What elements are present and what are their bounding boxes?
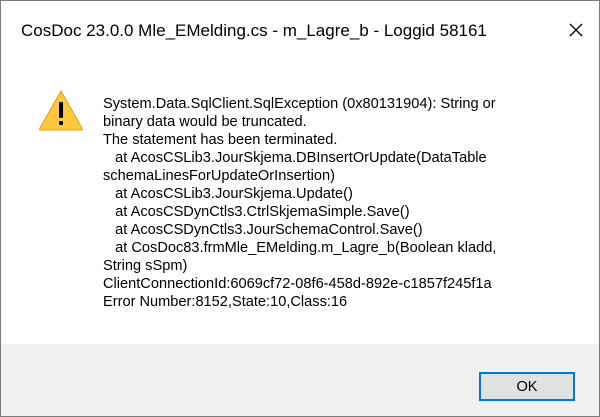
message-line: schemaLinesForUpdateOrInsertion) <box>103 168 335 184</box>
button-bar: OK <box>1 344 599 416</box>
ok-button[interactable]: OK <box>479 372 575 401</box>
title-bar[interactable]: CosDoc 23.0.0 Mle_EMelding.cs - m_Lagre_… <box>1 1 599 59</box>
error-dialog: CosDoc 23.0.0 Mle_EMelding.cs - m_Lagre_… <box>0 0 600 417</box>
message-line: String sSpm) <box>103 258 188 274</box>
close-button[interactable] <box>553 1 599 59</box>
message-line: at CosDoc83.frmMle_EMelding.m_Lagre_b(Bo… <box>103 240 497 256</box>
message-line: at AcosCSLib3.JourSkjema.DBInsertOrUpdat… <box>103 150 487 166</box>
message-line: at AcosCSLib3.JourSkjema.Update() <box>103 186 353 202</box>
message-line: ClientConnectionId:6069cf72-08f6-458d-89… <box>103 276 492 292</box>
error-message: System.Data.SqlClient.SqlException (0x80… <box>103 95 573 311</box>
dialog-content: System.Data.SqlClient.SqlException (0x80… <box>1 59 599 344</box>
message-line: The statement has been terminated. <box>103 132 338 148</box>
dialog-title: CosDoc 23.0.0 Mle_EMelding.cs - m_Lagre_… <box>21 21 487 40</box>
message-line: binary data would be truncated. <box>103 114 307 130</box>
close-icon <box>569 23 583 37</box>
message-line: System.Data.SqlClient.SqlException (0x80… <box>103 96 496 112</box>
message-line: Error Number:8152,State:10,Class:16 <box>103 294 348 310</box>
message-line: at AcosCSDynCtls3.CtrlSkjemaSimple.Save(… <box>103 204 410 220</box>
warning-icon <box>39 89 83 131</box>
message-line: at AcosCSDynCtls3.JourSchemaControl.Save… <box>103 222 423 238</box>
